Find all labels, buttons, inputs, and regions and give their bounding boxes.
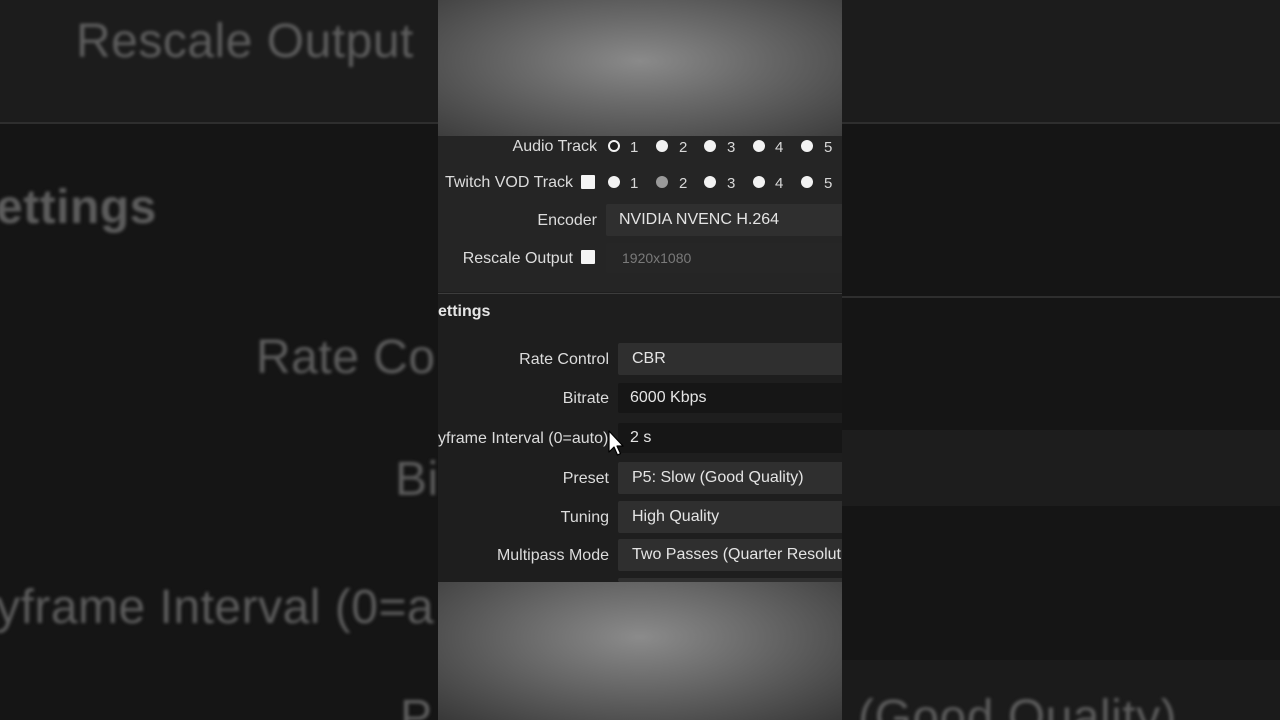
tuning-select[interactable]: High Quality: [618, 501, 842, 533]
bg-field-right: [842, 430, 1280, 506]
vod-track-radio-3[interactable]: [704, 176, 716, 188]
audio-track-num-3: 3: [727, 139, 736, 156]
rate-control-value: CBR: [632, 350, 666, 367]
tuning-label: Tuning: [560, 509, 609, 526]
twitch-vod-checkbox[interactable]: [581, 175, 595, 189]
audio-track-label: Audio Track: [512, 138, 597, 155]
vod-track-num-5: 5: [824, 175, 833, 192]
encoder-label: Encoder: [537, 212, 597, 229]
keyframe-interval-value: 2 s: [630, 429, 652, 446]
tuning-value: High Quality: [632, 508, 720, 525]
vod-track-radio-4[interactable]: [753, 176, 765, 188]
encoder-select[interactable]: NVIDIA NVENC H.264: [606, 204, 842, 236]
bg-text-rate-control: Rate Co: [256, 331, 436, 384]
rescale-resolution-input[interactable]: 1920x1080: [606, 243, 842, 273]
vod-track-num-1: 1: [630, 175, 639, 192]
section-divider: [438, 293, 842, 294]
multipass-mode-label: Multipass Mode: [496, 547, 609, 564]
vod-track-radio-2[interactable]: [656, 176, 668, 188]
keyframe-interval-label: yframe Interval (0=auto): [438, 430, 609, 447]
audio-track-num-1: 1: [630, 139, 639, 156]
rate-control-select[interactable]: CBR: [618, 343, 842, 375]
preset-label: Preset: [562, 470, 609, 487]
multipass-mode-select[interactable]: Two Passes (Quarter Resolutio: [618, 539, 842, 571]
rescale-output-label: Rescale Output: [462, 250, 573, 267]
bg-text-settings: ettings: [0, 181, 157, 234]
bg-text-bottom-right: (Good Quality): [858, 691, 1178, 720]
vod-track-num-2: 2: [679, 175, 688, 192]
bg-text-rescale: Rescale Output: [76, 15, 414, 68]
audio-track-num-2: 2: [679, 139, 688, 156]
vod-track-num-4: 4: [775, 175, 784, 192]
rescale-resolution-value: 1920x1080: [622, 250, 692, 266]
vignette-top: [438, 0, 842, 136]
encoder-settings-title: ettings: [438, 303, 491, 320]
vod-track-num-3: 3: [727, 175, 736, 192]
audio-track-radio-1[interactable]: [608, 140, 620, 152]
audio-track-radio-4[interactable]: [753, 140, 765, 152]
vod-track-radio-1[interactable]: [608, 176, 620, 188]
keyframe-interval-spinbox[interactable]: 2 s: [618, 423, 842, 453]
audio-track-num-5: 5: [824, 139, 833, 156]
audio-track-num-4: 4: [775, 139, 784, 156]
vignette-bottom: [438, 582, 842, 720]
rescale-output-checkbox[interactable]: [581, 250, 595, 264]
vod-track-radio-5[interactable]: [801, 176, 813, 188]
output-settings-panel: Audio Track 1 2 3 4 5 Twitch VOD Track 1…: [438, 136, 842, 582]
bg-text-keyframe: yframe Interval (0=a: [0, 581, 435, 634]
multipass-mode-value: Two Passes (Quarter Resolutio: [632, 546, 842, 563]
bitrate-label: Bitrate: [562, 390, 609, 407]
bg-divider-right: [842, 296, 1280, 298]
audio-track-radio-3[interactable]: [704, 140, 716, 152]
preset-select[interactable]: P5: Slow (Good Quality): [618, 462, 842, 494]
encoder-value: NVIDIA NVENC H.264: [619, 211, 780, 228]
next-field-edge: [618, 578, 842, 582]
bitrate-value: 6000 Kbps: [630, 389, 707, 406]
twitch-vod-label: Twitch VOD Track: [444, 174, 573, 191]
bitrate-spinbox[interactable]: 6000 Kbps: [618, 383, 842, 413]
settings-strip: Audio Track 1 2 3 4 5 Twitch VOD Track 1…: [438, 0, 842, 720]
audio-track-radio-5[interactable]: [801, 140, 813, 152]
audio-track-radio-2[interactable]: [656, 140, 668, 152]
rate-control-label: Rate Control: [519, 351, 609, 368]
bg-text-bottom-left: P: [400, 691, 433, 720]
mouse-pointer-icon: [608, 430, 624, 456]
bg-text-bitrate: Bi: [395, 453, 439, 506]
bg-field-top: [842, 0, 1280, 122]
preset-value: P5: Slow (Good Quality): [632, 469, 804, 486]
